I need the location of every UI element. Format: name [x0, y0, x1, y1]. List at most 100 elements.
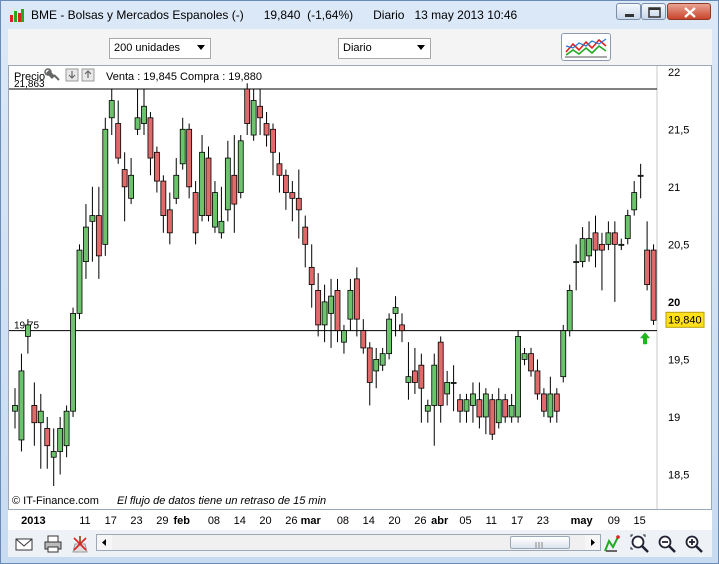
candle[interactable]: [302, 215, 309, 268]
candle[interactable]: [379, 347, 386, 371]
candle[interactable]: [160, 175, 167, 233]
export-icon[interactable]: [65, 68, 79, 82]
candle[interactable]: [31, 382, 38, 446]
scroll-thumb[interactable]: [510, 536, 570, 549]
zoom-in-icon[interactable]: [684, 534, 704, 554]
candle[interactable]: [528, 347, 534, 377]
broom-icon[interactable]: [70, 534, 90, 554]
candle[interactable]: [328, 278, 334, 348]
candle[interactable]: [482, 388, 489, 435]
envelope-icon[interactable]: [14, 534, 34, 554]
candle[interactable]: [37, 393, 44, 469]
candle[interactable]: [257, 89, 264, 136]
candle[interactable]: [605, 221, 612, 251]
candle[interactable]: [50, 428, 57, 486]
scroll-left-button[interactable]: [97, 535, 112, 550]
candle[interactable]: [470, 382, 476, 423]
candle[interactable]: [373, 347, 380, 389]
candle[interactable]: [502, 393, 509, 423]
candle[interactable]: [147, 112, 154, 176]
minimize-button[interactable]: [616, 3, 641, 20]
candle[interactable]: [399, 313, 405, 343]
chart-scrollbar[interactable]: [96, 534, 601, 551]
candle[interactable]: [599, 232, 605, 291]
candle[interactable]: [134, 89, 141, 136]
candle[interactable]: [179, 117, 186, 170]
candle[interactable]: [141, 89, 147, 136]
candle[interactable]: [560, 324, 567, 383]
title-bar[interactable]: BME - Bolsas y Mercados Espanoles (-) 19…: [1, 1, 718, 29]
candle[interactable]: [431, 353, 438, 446]
candle[interactable]: [276, 152, 283, 193]
candle[interactable]: [341, 324, 347, 354]
candle[interactable]: [289, 181, 296, 222]
candle[interactable]: [592, 215, 599, 268]
candle[interactable]: [450, 365, 457, 412]
wrench-icon[interactable]: [44, 68, 60, 81]
indicators-button[interactable]: [561, 33, 611, 61]
candle[interactable]: [295, 169, 302, 239]
candle[interactable]: [489, 393, 496, 440]
candle[interactable]: [624, 209, 631, 245]
candle[interactable]: [586, 221, 592, 262]
zoom-fit-icon[interactable]: [630, 534, 650, 554]
candle[interactable]: [70, 307, 76, 417]
candle[interactable]: [353, 267, 360, 337]
candle[interactable]: [534, 359, 541, 400]
candle[interactable]: [618, 238, 625, 251]
candle[interactable]: [57, 416, 64, 475]
maximize-button[interactable]: [641, 3, 666, 20]
candle[interactable]: [424, 399, 431, 423]
candle[interactable]: [463, 393, 470, 423]
candle[interactable]: [553, 388, 560, 423]
candle[interactable]: [521, 347, 528, 366]
candle[interactable]: [334, 278, 341, 343]
close-button[interactable]: [667, 3, 711, 20]
candlestick-chart[interactable]: 21,86319,75 2221,52120,52019,51918,519,8…: [9, 66, 711, 509]
candle[interactable]: [650, 244, 657, 325]
candle[interactable]: [579, 227, 586, 268]
candle[interactable]: [212, 181, 218, 233]
candle[interactable]: [495, 388, 502, 429]
candle[interactable]: [547, 376, 554, 423]
candle[interactable]: [224, 140, 231, 222]
candle[interactable]: [437, 336, 444, 423]
candle[interactable]: [508, 393, 515, 423]
candle[interactable]: [444, 370, 451, 406]
candle[interactable]: [128, 158, 134, 205]
drawing-tools-icon[interactable]: [602, 534, 622, 554]
candle[interactable]: [244, 83, 251, 136]
zoom-out-icon[interactable]: [657, 534, 677, 554]
candle[interactable]: [153, 146, 160, 193]
candle[interactable]: [263, 112, 270, 147]
candle[interactable]: [166, 192, 173, 245]
candle[interactable]: [541, 388, 547, 417]
units-dropdown[interactable]: 200 unidades: [109, 38, 211, 59]
period-dropdown[interactable]: Diario: [338, 38, 431, 59]
candle[interactable]: [611, 221, 618, 302]
candle[interactable]: [282, 169, 289, 210]
candle[interactable]: [173, 158, 180, 205]
candle[interactable]: [102, 117, 109, 256]
candle[interactable]: [89, 186, 96, 262]
candle[interactable]: [566, 284, 573, 337]
candle[interactable]: [186, 123, 193, 199]
candle[interactable]: [405, 342, 412, 400]
candle[interactable]: [218, 186, 225, 239]
price-chart-area[interactable]: 21,86319,75 2221,52120,52019,51918,519,8…: [8, 65, 712, 510]
candle[interactable]: [366, 342, 373, 406]
candle[interactable]: [308, 244, 315, 308]
candle[interactable]: [108, 89, 115, 136]
candle[interactable]: [347, 278, 354, 331]
candle[interactable]: [573, 244, 580, 291]
import-icon[interactable]: [81, 68, 95, 82]
candle[interactable]: [457, 393, 463, 423]
candle[interactable]: [231, 135, 238, 233]
candle[interactable]: [515, 330, 522, 423]
candle[interactable]: [205, 146, 212, 222]
candle[interactable]: [270, 123, 276, 176]
candle[interactable]: [115, 100, 122, 164]
candle[interactable]: [44, 416, 51, 469]
candle[interactable]: [76, 244, 83, 320]
candle[interactable]: [199, 135, 205, 222]
